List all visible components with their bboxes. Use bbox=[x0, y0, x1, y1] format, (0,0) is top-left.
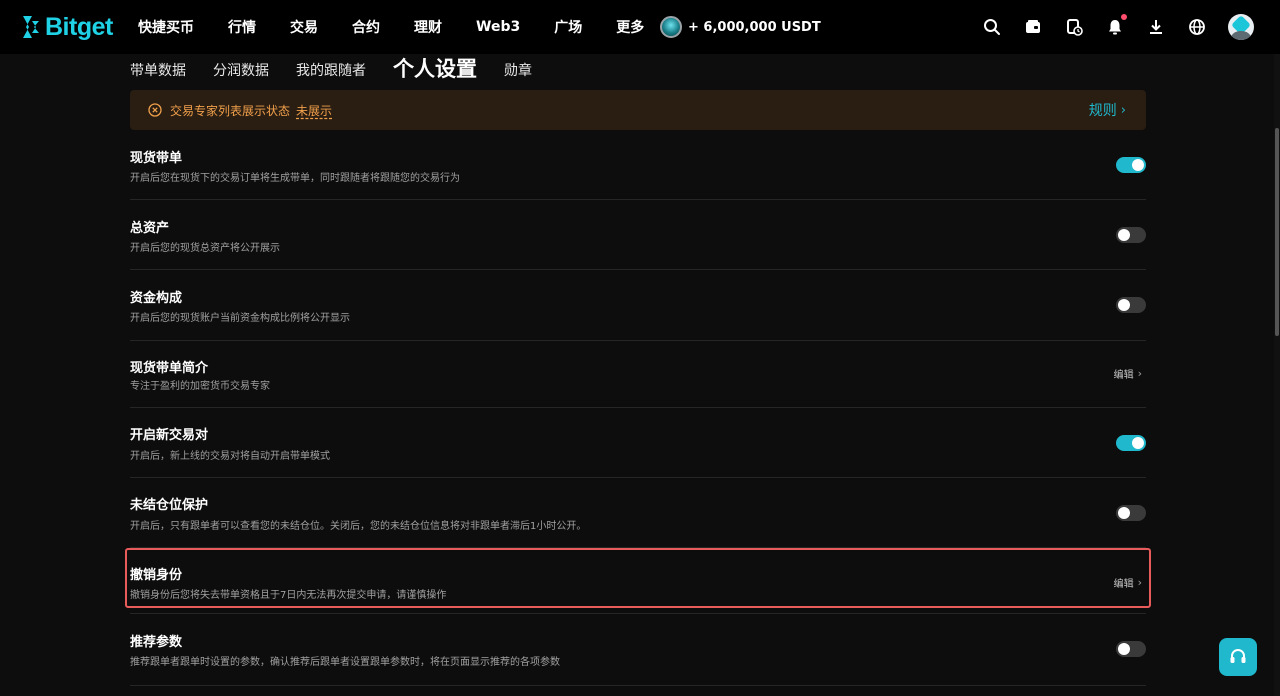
edit-label: 编辑 bbox=[1113, 579, 1134, 590]
bitget-logo[interactable]: Bitget bbox=[20, 12, 113, 42]
setting-desc: 开启后您的现货账户当前资金构成比例将公开显示 bbox=[130, 313, 350, 324]
brand-name: Bitget bbox=[45, 12, 113, 41]
setting-row-revoke-identity: 撤销身份 撤销身份后您将失去带单资格且于7日内无法再次提交申请，请谨慎操作 编辑… bbox=[130, 548, 1146, 614]
nav-icon-group bbox=[960, 0, 1254, 54]
setting-row-spot-intro: 现货带单简介 专注于盈利的加密货币交易专家 编辑 › bbox=[130, 341, 1146, 408]
nav-item-more[interactable]: 更多 bbox=[616, 17, 644, 37]
promo-text: + 6,000,000 USDT bbox=[688, 19, 821, 35]
notice-status[interactable]: 未展示 bbox=[296, 102, 332, 119]
nav-item-markets[interactable]: 行情 bbox=[228, 17, 256, 37]
setting-row-spot-copy: 现货带单 开启后您在现货下的交易订单将生成带单，同时跟随者将跟随您的交易行为 bbox=[130, 136, 1146, 200]
tab-my-followers[interactable]: 我的跟随者 bbox=[296, 60, 366, 80]
edit-revoke-identity-link[interactable]: 编辑 › bbox=[1114, 575, 1142, 590]
nav-item-square[interactable]: 广场 bbox=[554, 17, 582, 37]
nav-item-earn[interactable]: 理财 bbox=[414, 17, 442, 37]
setting-title: 撤销身份 bbox=[130, 568, 183, 583]
setting-desc: 推荐跟单者跟单时设置的参数，确认推荐后跟单者设置跟单参数时，将在页面显示推荐的各… bbox=[130, 657, 560, 668]
chevron-right-icon: › bbox=[1137, 367, 1142, 380]
promo-link[interactable]: + 6,000,000 USDT bbox=[660, 14, 821, 40]
bitget-logo-icon bbox=[23, 16, 39, 38]
top-nav: Bitget 快捷买币 行情 交易 合约 理财 Web3 广场 更多 + 6,0… bbox=[0, 0, 1280, 54]
new-pairs-toggle[interactable] bbox=[1116, 435, 1146, 451]
fund-composition-toggle[interactable] bbox=[1116, 297, 1146, 313]
setting-title: 总资产 bbox=[130, 221, 170, 236]
setting-row-new-pairs: 开启新交易对 开启后，新上线的交易对将自动开启带单模式 bbox=[130, 408, 1146, 478]
close-circle-icon bbox=[148, 103, 162, 117]
setting-title: 开启新交易对 bbox=[130, 428, 209, 443]
expert-list-status-banner: 交易专家列表展示状态 未展示 规则 › bbox=[130, 90, 1146, 130]
customer-support-button[interactable] bbox=[1219, 638, 1257, 676]
rules-link[interactable]: 规则 › bbox=[1089, 90, 1126, 130]
settings-list: 现货带单 开启后您在现货下的交易订单将生成带单，同时跟随者将跟随您的交易行为 总… bbox=[130, 136, 1146, 686]
setting-row-position-protection: 未结仓位保护 开启后，只有跟单者可以查看您的未结仓位。关闭后，您的未结仓位信息将… bbox=[130, 478, 1146, 548]
total-assets-toggle[interactable] bbox=[1116, 227, 1146, 243]
globe-icon[interactable] bbox=[1188, 18, 1206, 36]
chevron-right-icon: › bbox=[1120, 102, 1126, 118]
setting-desc: 撤销身份后您将失去带单资格且于7日内无法再次提交申请，请谨慎操作 bbox=[130, 590, 447, 601]
edit-label: 编辑 bbox=[1113, 370, 1134, 381]
search-icon[interactable] bbox=[983, 18, 1001, 36]
copy-trading-tabs: 带单数据 分润数据 我的跟随者 个人设置 勋章 bbox=[130, 54, 559, 86]
setting-desc: 开启后，新上线的交易对将自动开启带单模式 bbox=[130, 451, 330, 462]
notice-label: 交易专家列表展示状态 bbox=[170, 103, 291, 118]
nav-item-trade[interactable]: 交易 bbox=[290, 17, 318, 37]
spot-copy-toggle[interactable] bbox=[1116, 157, 1146, 173]
setting-desc: 专注于盈利的加密货币交易专家 bbox=[130, 381, 270, 392]
nav-item-quick-buy[interactable]: 快捷买币 bbox=[138, 17, 194, 37]
setting-row-recommended-params: 推荐参数 推荐跟单者跟单时设置的参数，确认推荐后跟单者设置跟单参数时，将在页面显… bbox=[130, 614, 1146, 686]
setting-title: 未结仓位保护 bbox=[130, 498, 209, 513]
setting-title: 现货带单简介 bbox=[130, 361, 209, 376]
setting-row-fund-composition: 资金构成 开启后您的现货账户当前资金构成比例将公开显示 bbox=[130, 270, 1146, 341]
setting-desc: 开启后您在现货下的交易订单将生成带单，同时跟随者将跟随您的交易行为 bbox=[130, 173, 460, 184]
main-nav: 快捷买币 行情 交易 合约 理财 Web3 广场 更多 bbox=[138, 0, 678, 54]
tab-personal-settings[interactable]: 个人设置 bbox=[393, 53, 477, 83]
nav-item-web3[interactable]: Web3 bbox=[476, 19, 520, 35]
tab-profit-share-data[interactable]: 分润数据 bbox=[213, 60, 269, 80]
history-icon[interactable] bbox=[1065, 18, 1083, 36]
setting-row-total-assets: 总资产 开启后您的现货总资产将公开展示 bbox=[130, 200, 1146, 270]
setting-desc: 开启后，只有跟单者可以查看您的未结仓位。关闭后，您的未结仓位信息将对非跟单者滞后… bbox=[130, 521, 587, 532]
setting-title: 推荐参数 bbox=[130, 635, 183, 650]
bell-icon[interactable] bbox=[1106, 14, 1127, 36]
download-icon[interactable] bbox=[1147, 18, 1165, 36]
recommended-params-toggle[interactable] bbox=[1116, 641, 1146, 657]
scrollbar-thumb[interactable] bbox=[1275, 128, 1279, 336]
headset-icon bbox=[1230, 648, 1246, 663]
position-protection-toggle[interactable] bbox=[1116, 505, 1146, 521]
chevron-right-icon: › bbox=[1137, 576, 1142, 589]
promo-badge-icon bbox=[660, 16, 682, 38]
tab-badges[interactable]: 勋章 bbox=[504, 60, 532, 80]
rules-link-label: 规则 bbox=[1088, 103, 1117, 119]
tab-order-data[interactable]: 带单数据 bbox=[130, 60, 186, 80]
notification-dot bbox=[1121, 14, 1127, 20]
setting-title: 现货带单 bbox=[130, 151, 183, 166]
wallet-icon[interactable] bbox=[1024, 18, 1042, 36]
setting-desc: 开启后您的现货总资产将公开展示 bbox=[130, 243, 280, 254]
edit-spot-intro-link[interactable]: 编辑 › bbox=[1114, 366, 1142, 381]
setting-title: 资金构成 bbox=[130, 291, 183, 306]
nav-item-futures[interactable]: 合约 bbox=[352, 17, 380, 37]
avatar[interactable] bbox=[1228, 14, 1254, 40]
